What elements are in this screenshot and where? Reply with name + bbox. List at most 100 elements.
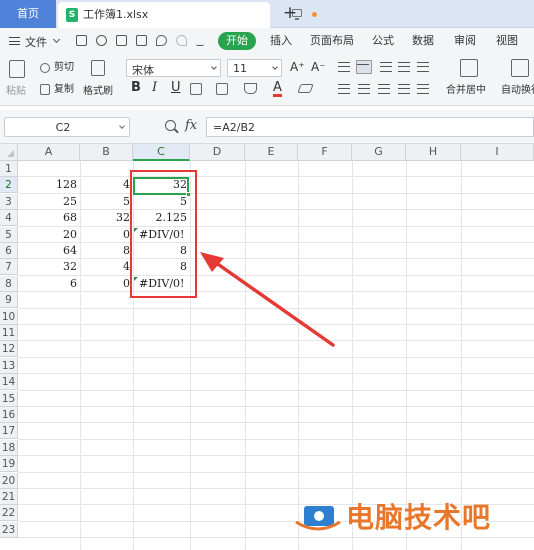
menu-start[interactable]: 开始 [218, 32, 256, 50]
merge-center-icon[interactable] [460, 59, 478, 77]
row-header-7[interactable]: 7 [0, 259, 18, 276]
cell-a7[interactable]: 32 [18, 259, 80, 275]
menu-formulas[interactable]: 公式 [372, 34, 394, 48]
align-center-icon[interactable] [358, 84, 370, 94]
bold-button[interactable]: B [131, 81, 141, 94]
print-preview-icon[interactable] [136, 35, 147, 46]
wrap-text-icon[interactable] [511, 59, 529, 77]
hamburger-menu-icon[interactable] [9, 37, 20, 45]
distributed-icon[interactable] [417, 84, 429, 94]
tab-home[interactable]: 首页 [0, 0, 56, 28]
cell-b6[interactable]: 8 [80, 243, 133, 259]
cell-b8[interactable]: 0 [80, 276, 133, 292]
column-header-h[interactable]: H [406, 144, 461, 161]
merge-center-label[interactable]: 合并居中 [446, 85, 486, 97]
italic-button[interactable]: I [152, 81, 157, 94]
cell-a5[interactable]: 20 [18, 227, 80, 243]
row-header-5[interactable]: 5 [0, 226, 18, 243]
font-name-select[interactable]: 宋体 [126, 59, 221, 77]
row-header-8[interactable]: 8 [0, 275, 18, 292]
paste-label[interactable]: 粘贴 [6, 86, 26, 98]
increase-indent-icon[interactable] [417, 62, 429, 72]
cell-a2[interactable]: 128 [18, 177, 80, 193]
align-top-icon[interactable] [338, 62, 350, 72]
row-header-11[interactable]: 11 [0, 325, 18, 341]
selected-cell-c2[interactable] [133, 177, 191, 197]
align-right-icon[interactable] [378, 84, 390, 94]
print-icon[interactable] [116, 35, 127, 46]
column-header-d[interactable]: D [190, 144, 245, 161]
cell-b4[interactable]: 32 [80, 210, 133, 226]
row-header-17[interactable]: 17 [0, 423, 18, 440]
font-color-button[interactable]: A [273, 81, 282, 97]
column-header-e[interactable]: E [245, 144, 298, 161]
cell-b7[interactable]: 4 [80, 259, 133, 275]
cell-b5[interactable]: 0 [80, 227, 133, 243]
clear-format-icon[interactable] [297, 84, 314, 93]
insert-function-button[interactable]: fx [185, 118, 197, 133]
export-icon[interactable] [96, 35, 107, 46]
new-tab-button[interactable]: + [281, 3, 299, 23]
row-header-12[interactable]: 12 [0, 341, 18, 358]
chevron-down-icon[interactable] [52, 35, 61, 44]
cell-a3[interactable]: 25 [18, 194, 80, 210]
scissors-icon[interactable] [40, 63, 50, 73]
row-header-22[interactable]: 22 [0, 505, 18, 522]
redo-icon[interactable] [176, 35, 187, 46]
row-header-9[interactable]: 9 [0, 292, 18, 309]
wrap-text-label[interactable]: 自动换行 [501, 85, 534, 97]
cell-a4[interactable]: 68 [18, 210, 80, 226]
menu-view[interactable]: 视图 [496, 34, 518, 48]
row-header-23[interactable]: 23 [0, 521, 18, 538]
cell-a8[interactable]: 6 [18, 276, 80, 292]
formula-input[interactable]: =A2/B2 [206, 117, 534, 137]
menu-review[interactable]: 审阅 [454, 34, 476, 48]
save-icon[interactable] [76, 35, 87, 46]
cell-b3[interactable]: 5 [80, 194, 133, 210]
row-header-21[interactable]: 21 [0, 489, 18, 505]
undo-icon[interactable] [156, 35, 167, 46]
menu-page-layout[interactable]: 页面布局 [310, 34, 354, 48]
decrease-indent-icon[interactable] [398, 62, 410, 72]
align-left-icon[interactable] [338, 84, 350, 94]
fill-color-icon[interactable] [244, 83, 257, 94]
row-header-19[interactable]: 19 [0, 456, 18, 473]
cut-label[interactable]: 剪切 [54, 62, 74, 74]
menu-insert[interactable]: 插入 [270, 34, 292, 48]
align-middle-icon[interactable] [356, 60, 372, 74]
shrink-font-button[interactable]: A⁻ [311, 61, 326, 73]
row-header-10[interactable]: 10 [0, 308, 18, 325]
column-header-b[interactable]: B [80, 144, 133, 161]
row-header-3[interactable]: 3 [0, 193, 18, 210]
row-header-4[interactable]: 4 [0, 210, 18, 227]
row-header-6[interactable]: 6 [0, 243, 18, 259]
row-header-20[interactable]: 20 [0, 472, 18, 489]
row-header-16[interactable]: 16 [0, 407, 18, 423]
cell-a6[interactable]: 64 [18, 243, 80, 259]
zoom-icon[interactable] [165, 120, 176, 131]
select-all-corner[interactable] [0, 144, 18, 161]
tab-workbook[interactable]: S 工作簿1.xlsx [58, 2, 317, 28]
copy-icon[interactable] [40, 84, 50, 95]
borders-icon[interactable] [190, 83, 202, 95]
row-header-15[interactable]: 15 [0, 390, 18, 407]
column-header-c[interactable]: C [133, 144, 190, 161]
row-header-13[interactable]: 13 [0, 357, 18, 374]
paste-icon[interactable] [9, 60, 25, 78]
column-header-i[interactable]: I [461, 144, 534, 161]
column-header-a[interactable]: A [18, 144, 80, 161]
grow-font-button[interactable]: A⁺ [290, 61, 305, 73]
row-header-14[interactable]: 14 [0, 374, 18, 391]
row-header-1[interactable]: 1 [0, 161, 18, 177]
menu-file[interactable]: 文件 [25, 34, 47, 50]
format-painter-label[interactable]: 格式刷 [83, 86, 113, 98]
cell-b2[interactable]: 4 [80, 177, 133, 193]
column-header-f[interactable]: F [298, 144, 352, 161]
align-bottom-icon[interactable] [380, 62, 392, 72]
format-painter-icon[interactable] [91, 60, 105, 76]
font-size-select[interactable]: 11 [227, 59, 282, 77]
row-header-18[interactable]: 18 [0, 439, 18, 456]
name-box[interactable]: C2 [4, 117, 130, 137]
menu-data[interactable]: 数据 [412, 34, 434, 48]
fill-handle[interactable] [186, 192, 191, 197]
